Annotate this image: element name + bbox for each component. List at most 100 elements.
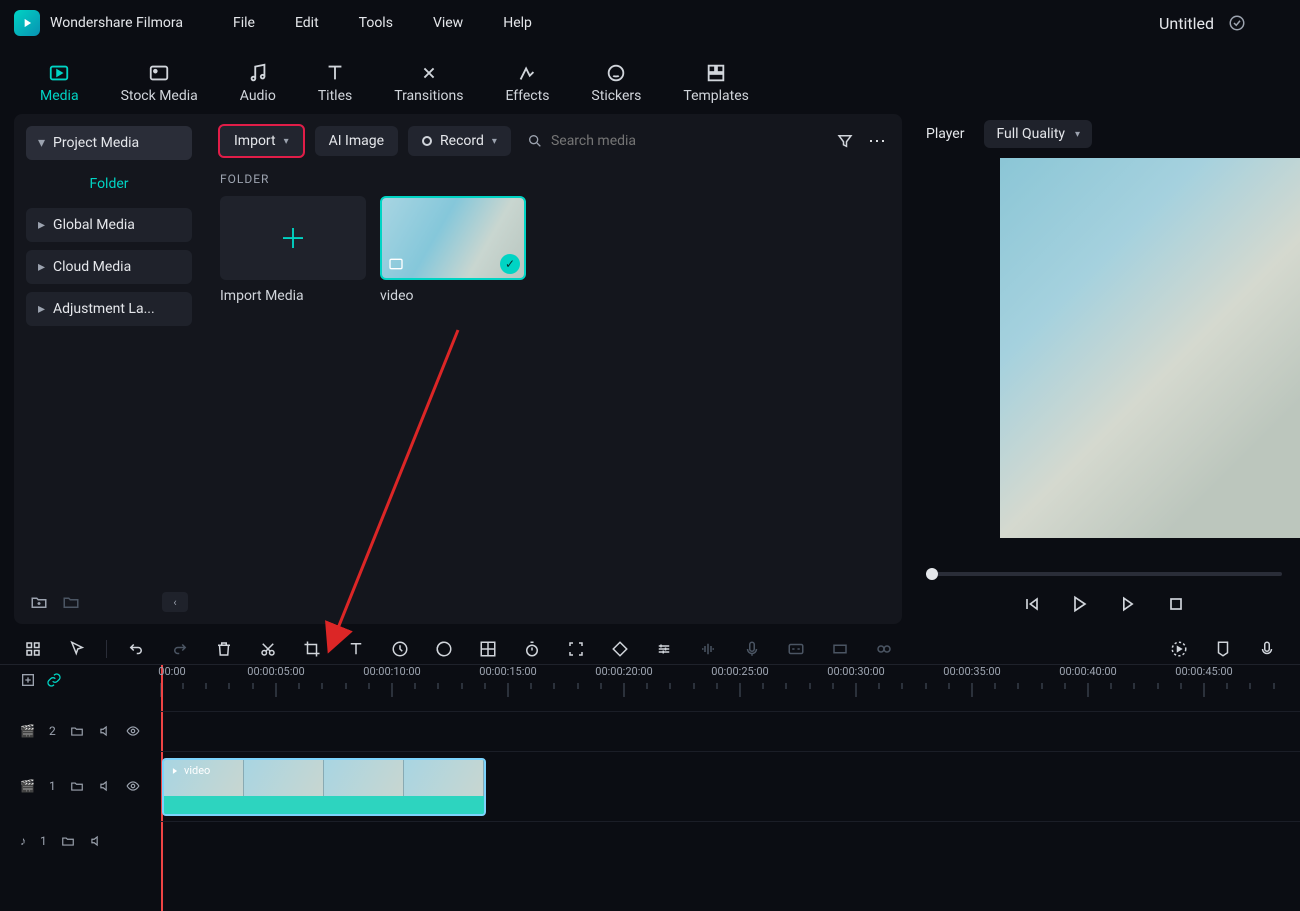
tab-templates-label: Templates xyxy=(683,88,749,104)
stop-icon[interactable] xyxy=(1166,594,1186,614)
tab-templates[interactable]: Templates xyxy=(663,56,769,114)
ruler-t10: 00:00:10:00 xyxy=(363,665,420,678)
keyframe-icon[interactable] xyxy=(611,640,629,658)
record-icon xyxy=(422,136,432,146)
play-pause-icon[interactable] xyxy=(1070,594,1090,614)
sidebar-folder-label[interactable]: Folder xyxy=(26,168,192,200)
voiceover-icon[interactable] xyxy=(1258,640,1276,658)
track-mute-icon[interactable] xyxy=(98,724,112,738)
cut-icon[interactable] xyxy=(259,640,277,658)
plus-icon xyxy=(278,223,308,253)
media-thumb-video[interactable]: ✓ xyxy=(380,196,526,280)
import-media-tile[interactable] xyxy=(220,196,366,280)
undo-icon[interactable] xyxy=(127,640,145,658)
import-button[interactable]: Import ▾ xyxy=(218,124,305,158)
track-mute-icon[interactable] xyxy=(98,779,112,793)
more-icon[interactable]: ⋯ xyxy=(868,131,888,152)
ruler-t30: 00:00:30:00 xyxy=(827,665,884,678)
ruler-t45: 00:00:45:00 xyxy=(1175,665,1232,678)
track-v2-num: 2 xyxy=(49,724,56,738)
ruler-t0: 00:00 xyxy=(158,665,185,678)
color-icon[interactable] xyxy=(435,640,453,658)
app-logo xyxy=(14,10,40,36)
timeline-clip-video[interactable]: video xyxy=(162,758,486,816)
settings-icon[interactable] xyxy=(655,640,673,658)
player-preview xyxy=(1000,158,1300,538)
menu-tools[interactable]: Tools xyxy=(359,15,393,31)
track-folder-icon[interactable] xyxy=(70,779,84,793)
step-back-icon[interactable] xyxy=(1022,594,1042,614)
tab-stock-media[interactable]: Stock Media xyxy=(101,56,218,114)
track-lane-v1[interactable]: video xyxy=(160,751,1300,821)
player-scrubber[interactable] xyxy=(926,572,1282,576)
play-icon[interactable] xyxy=(1118,594,1138,614)
tab-stickers[interactable]: Stickers xyxy=(571,56,661,114)
track-visible-icon[interactable] xyxy=(126,779,140,793)
marker-icon[interactable] xyxy=(1214,640,1232,658)
tab-transitions-label: Transitions xyxy=(394,88,463,104)
tab-transitions[interactable]: Transitions xyxy=(374,56,483,114)
track-mute-icon[interactable] xyxy=(89,834,103,848)
add-track-icon[interactable] xyxy=(20,672,36,688)
menu-file[interactable]: File xyxy=(233,15,255,31)
track-folder-icon[interactable] xyxy=(70,724,84,738)
import-label: Import xyxy=(234,133,276,149)
import-media-label: Import Media xyxy=(220,288,366,304)
player-title: Player xyxy=(926,126,964,142)
delete-icon[interactable] xyxy=(215,640,233,658)
render-icon[interactable] xyxy=(1170,640,1188,658)
link-icon[interactable] xyxy=(46,672,62,688)
track-v1-icon: 🎬 xyxy=(20,779,35,793)
search-input[interactable] xyxy=(551,133,711,149)
ruler-t25: 00:00:25:00 xyxy=(711,665,768,678)
new-folder-icon[interactable] xyxy=(30,593,48,611)
tab-stock-label: Stock Media xyxy=(121,88,198,104)
redo-icon[interactable] xyxy=(171,640,189,658)
cursor-icon[interactable] xyxy=(68,640,86,658)
menu-edit[interactable]: Edit xyxy=(295,15,319,31)
tab-audio[interactable]: Audio xyxy=(220,56,296,114)
text-icon[interactable] xyxy=(347,640,365,658)
track-a1-num: 1 xyxy=(40,834,47,848)
mic-icon[interactable] xyxy=(743,640,761,658)
apps-icon[interactable] xyxy=(24,640,42,658)
track-a1-icon: ♪ xyxy=(20,834,26,848)
audio-wave-icon[interactable] xyxy=(699,640,717,658)
track-visible-icon[interactable] xyxy=(126,724,140,738)
speed-icon[interactable] xyxy=(391,640,409,658)
project-title: Untitled xyxy=(1159,14,1214,33)
filter-icon[interactable] xyxy=(836,132,854,150)
caption-icon[interactable] xyxy=(787,640,805,658)
clip-label-text: video xyxy=(184,764,210,777)
aspect-icon[interactable] xyxy=(831,640,849,658)
media-thumb-label: video xyxy=(380,288,526,304)
tab-effects[interactable]: Effects xyxy=(485,56,569,114)
focus-icon[interactable] xyxy=(567,640,585,658)
ruler-ticks xyxy=(160,683,1300,703)
sidebar-item-global-media[interactable]: ▸Global Media xyxy=(26,208,192,242)
ai-image-button[interactable]: AI Image xyxy=(315,126,398,156)
adjust-icon[interactable] xyxy=(479,640,497,658)
timer-icon[interactable] xyxy=(523,640,541,658)
ai-tools-icon[interactable] xyxy=(875,640,893,658)
folder-icon[interactable] xyxy=(62,593,80,611)
sidebar-item-project-media[interactable]: ▾Project Media xyxy=(26,126,192,160)
track-v2-icon: 🎬 xyxy=(20,724,35,738)
track-folder-icon[interactable] xyxy=(61,834,75,848)
player-quality-dropdown[interactable]: Full Quality ▾ xyxy=(984,120,1092,148)
menu-help[interactable]: Help xyxy=(503,15,532,31)
sidebar-item-adjustment-layer[interactable]: ▸Adjustment La... xyxy=(26,292,192,326)
collapse-sidebar-button[interactable]: ‹ xyxy=(162,592,188,612)
track-lane-a1[interactable] xyxy=(160,821,1300,861)
tab-titles[interactable]: Titles xyxy=(298,56,372,114)
menu-view[interactable]: View xyxy=(433,15,463,31)
crop-icon[interactable] xyxy=(303,640,321,658)
track-lane-v2[interactable] xyxy=(160,711,1300,751)
sidebar-item-cloud-media[interactable]: ▸Cloud Media xyxy=(26,250,192,284)
tab-media[interactable]: Media xyxy=(20,56,99,114)
track-v1-num: 1 xyxy=(49,779,56,793)
clip-type-icon xyxy=(388,256,404,272)
record-button[interactable]: Record ▾ xyxy=(408,126,511,156)
record-label: Record xyxy=(440,133,484,149)
ruler-t5: 00:00:05:00 xyxy=(247,665,304,678)
